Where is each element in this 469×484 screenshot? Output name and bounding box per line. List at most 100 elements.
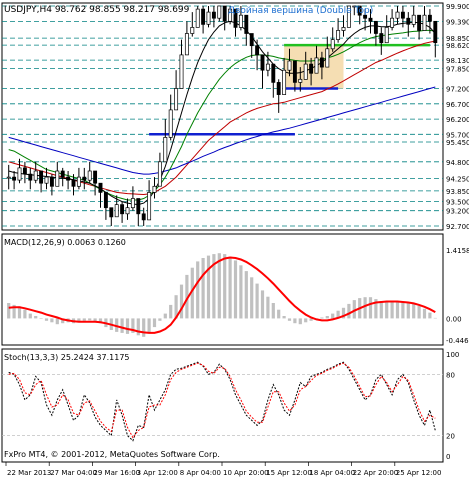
candle-body [114,204,119,218]
macd-bar [363,297,367,319]
macd-y-tick: 0.00 [446,315,462,323]
y-tick-label: 97.200 [446,86,469,94]
candle-body [325,48,330,68]
stoch-y-tick: 80 [446,371,455,379]
candle-body [406,17,411,25]
macd-bar [163,313,167,319]
macd-bar [406,303,410,319]
candle-body [336,30,341,40]
candle-body [400,11,405,19]
candle-body [190,27,195,34]
candle-body [93,170,98,184]
candle-body [390,17,395,28]
candle-body [303,63,308,80]
candle-body [163,137,168,163]
macd-bar [417,305,421,319]
candle-body [39,170,44,184]
macd-bar [125,318,130,334]
macd-bar [428,312,432,319]
y-tick-label: 95.450 [446,139,469,147]
macd-bar [28,313,32,319]
candle-body [244,14,249,34]
candle-body [98,182,103,193]
x-tick-label: 22 Mar 2013 [7,469,51,477]
macd-bar [325,316,329,319]
candle-body [341,27,346,31]
macd-bar [260,290,265,319]
x-tick-label: 8 Apr 04:00 [180,469,221,477]
macd-bar [287,318,292,321]
candle-body [314,57,319,74]
y-tick-label: 94.250 [446,176,469,184]
candle-body [44,176,49,184]
macd-bar [201,258,205,319]
candle-body [427,14,432,22]
candle-body [282,69,287,95]
candle-body [120,204,125,215]
candle-body [249,33,254,47]
candle-body [368,17,373,22]
macd-bar [233,260,238,319]
candle-body [174,88,179,111]
macd-bar [44,318,49,321]
macd-bar [82,318,86,321]
macd-bar [179,284,184,319]
macd-bar [244,271,248,319]
macd-bar [88,318,92,321]
macd-bar [390,302,394,319]
candle-body [255,45,260,56]
candle-body [309,63,314,74]
macd-bar [136,318,140,336]
stoch-y-tick: 20 [446,433,455,441]
macd-bar [34,316,38,319]
candle-body [49,176,54,187]
macd-bar [282,316,286,319]
candle-body [379,33,384,44]
y-tick-label: 98.130 [446,57,469,65]
candle-body [298,78,303,83]
candle-body [152,185,157,193]
macd-bar [23,309,27,319]
macd-bar [147,318,151,333]
footer-copyright: FxPro MT4, © 2001-2012, MetaQuotes Softw… [4,450,220,459]
candle-body [6,176,11,179]
x-tick-label: 25 Apr 12:00 [396,469,442,477]
candle-body [60,170,65,178]
x-tick-label: 15 Apr 12:00 [266,469,312,477]
candle-body [179,54,184,89]
candle-body [271,63,276,83]
y-tick-label: 99.390 [446,19,469,27]
macd-bar [395,301,400,319]
y-tick-label: 93.850 [446,188,469,196]
trading-chart: USDJPY,H4 98.762 98.855 98.217 98.699 Дв… [0,0,469,480]
macd-bar [152,318,157,328]
y-tick-label: 93.500 [446,199,469,207]
candle-body [292,60,297,83]
candle-body [395,11,400,19]
macd-bar [7,303,11,319]
macd-bar [158,318,162,321]
candle-body [330,39,335,50]
candle-body [76,176,81,187]
macd-bar [223,254,227,319]
candle-body [201,8,206,25]
macd-bar [228,256,232,319]
candle-body [168,109,173,138]
candle-body [411,14,416,25]
y-tick-label: 93.200 [446,208,469,216]
symbol-info: USDJPY,H4 98.762 98.855 98.217 98.699 [4,5,190,15]
candle-body [147,192,152,221]
macd-bar [379,301,383,319]
y-tick-label: 98.620 [446,42,469,50]
x-tick-label: 10 Apr 20:00 [223,469,269,477]
candle-body [71,179,76,187]
macd-bar [206,255,211,319]
stoch-y-tick: 0 [446,453,450,461]
candle-body [125,207,130,215]
macd-y-tick: -0.4466 [446,337,469,345]
candle-body [422,14,427,31]
candle-body [287,60,292,71]
macd-bar [239,265,243,319]
x-tick-label: 3 Apr 12:00 [137,469,178,477]
candle-body [55,170,60,187]
